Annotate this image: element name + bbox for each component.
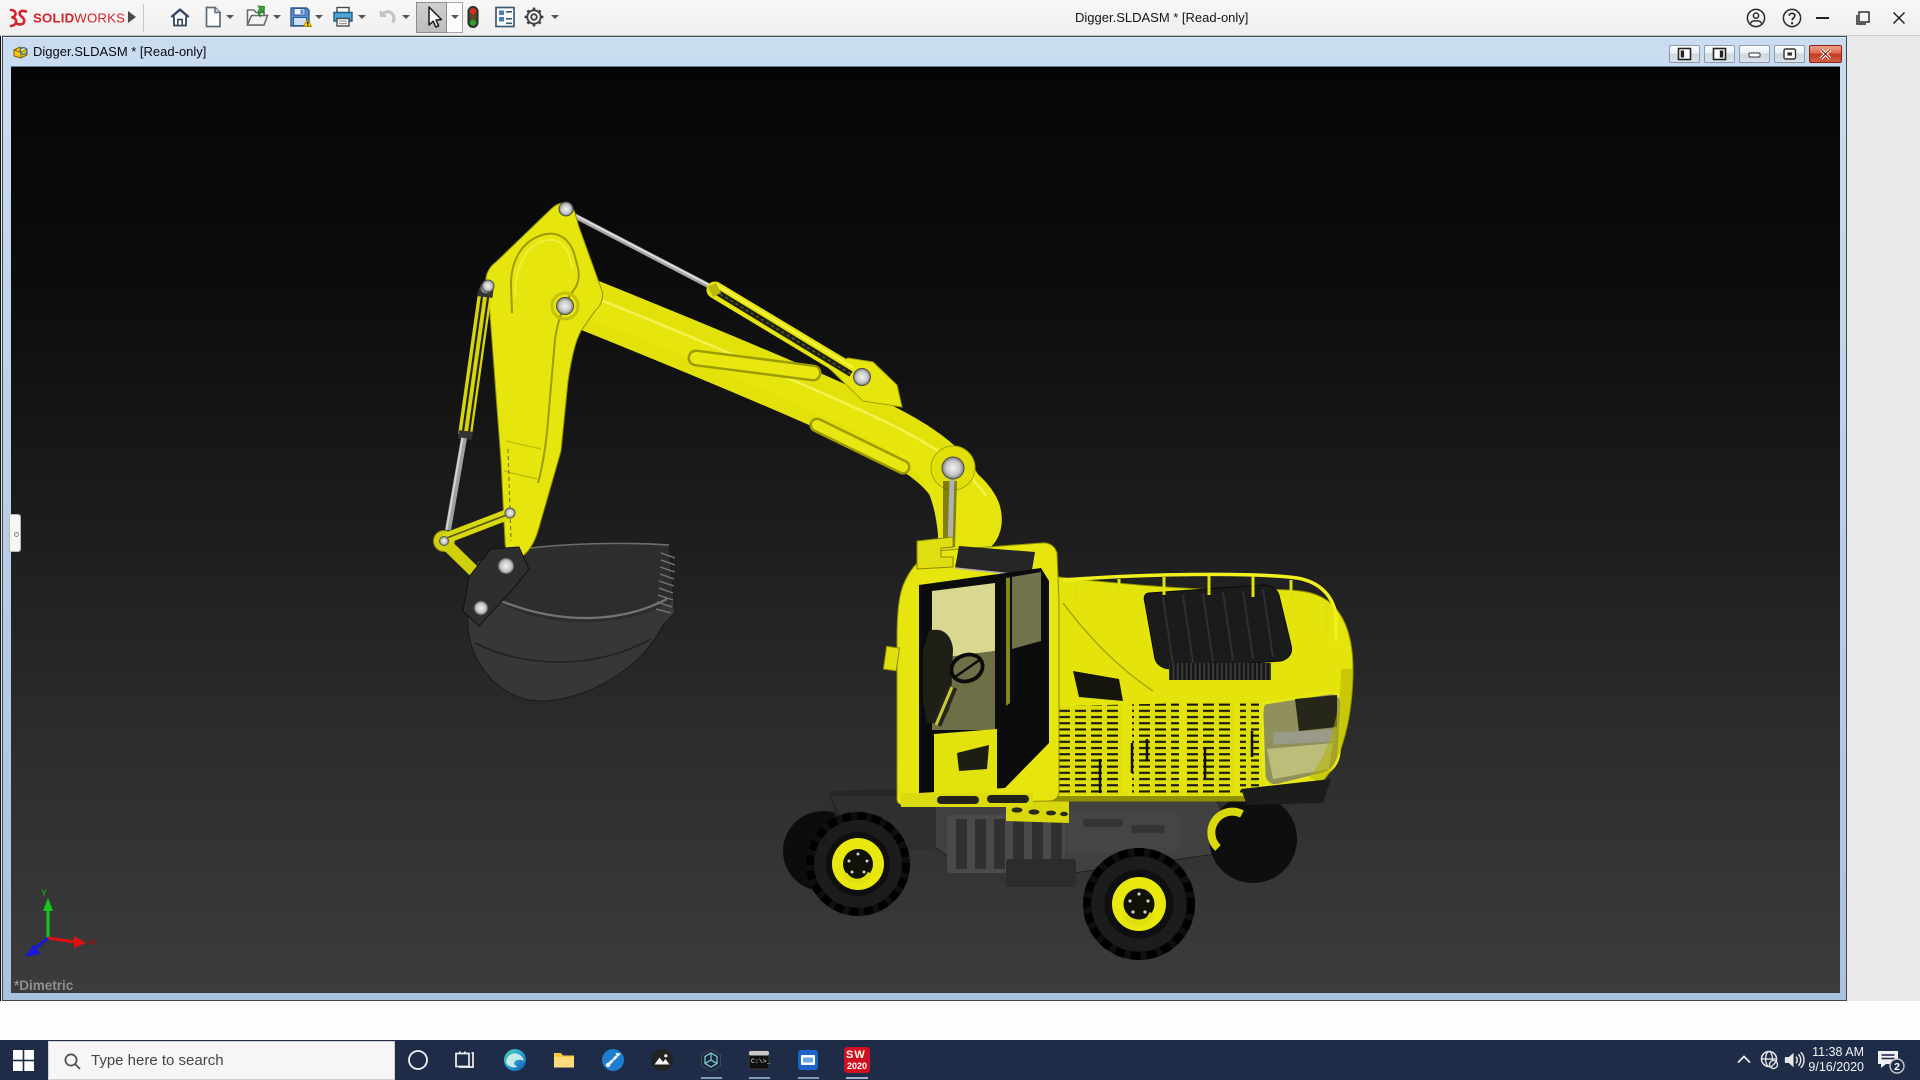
svg-text:Y: Y (41, 888, 47, 898)
svg-text:C:\>_: C:\>_ (751, 1058, 771, 1065)
svg-text:SOLIDWORKS: SOLIDWORKS (33, 11, 125, 26)
svg-text:2: 2 (1894, 1061, 1900, 1073)
svg-text:*Dimetric: *Dimetric (14, 978, 74, 993)
